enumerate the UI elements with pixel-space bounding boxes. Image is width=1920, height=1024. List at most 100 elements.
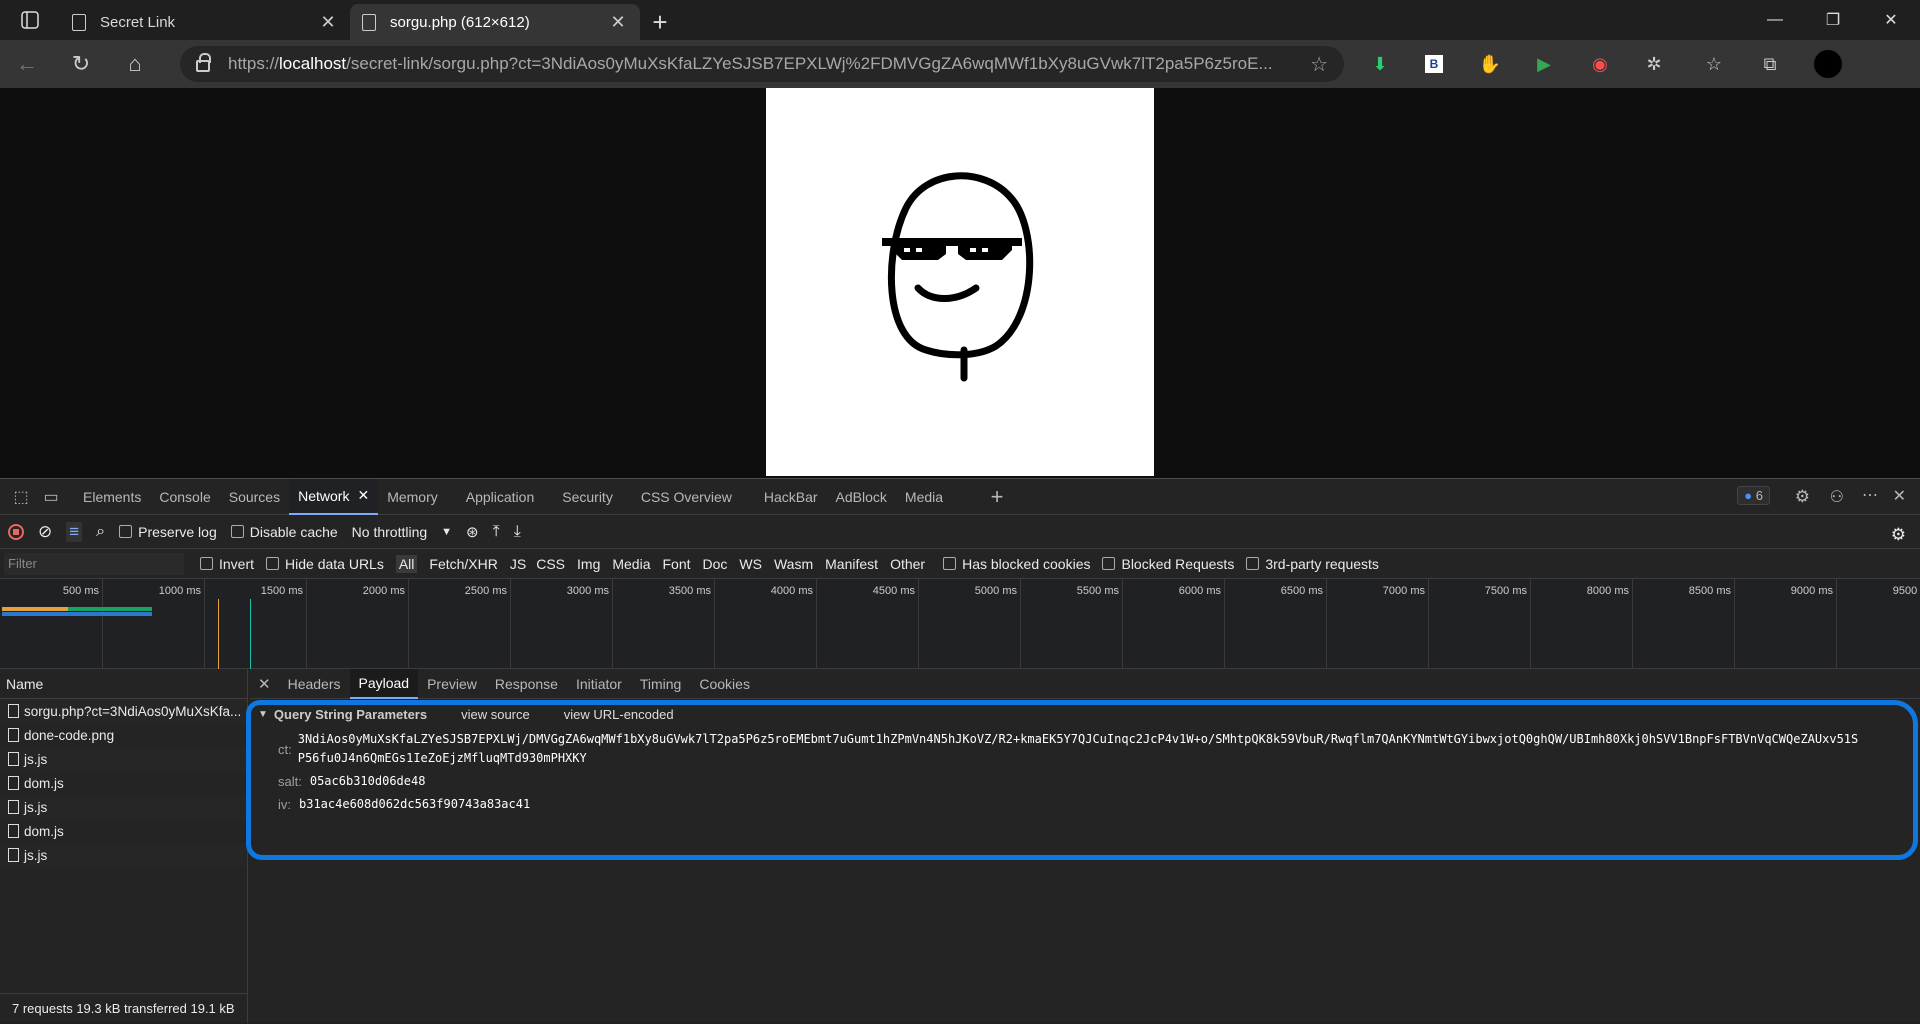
browser-tab-strip: Secret Link ✕ sorgu.php (612×612) ✕ + — … xyxy=(0,0,1920,40)
tab-adblock[interactable]: AdBlock xyxy=(827,479,896,515)
new-tab-icon[interactable]: + xyxy=(640,4,680,40)
address-bar[interactable]: https://localhost/secret-link/sorgu.php?… xyxy=(180,46,1344,82)
favorite-star-icon[interactable]: ☆ xyxy=(1310,52,1328,77)
disable-cache-checkbox[interactable]: Disable cache xyxy=(230,524,338,540)
tab-network[interactable]: Network ✕ xyxy=(289,478,379,515)
has-blocked-cookies-checkbox[interactable]: Has blocked cookies xyxy=(943,556,1090,572)
request-row[interactable]: done-code.png xyxy=(0,723,247,747)
profile-avatar[interactable] xyxy=(1808,40,1848,88)
detail-tab-timing[interactable]: Timing xyxy=(631,669,691,699)
filter-type-manifest[interactable]: Manifest xyxy=(825,556,878,572)
filter-type-img[interactable]: Img xyxy=(577,556,600,572)
hide-data-urls-checkbox[interactable]: Hide data URLs xyxy=(266,556,384,572)
tab-hackbar[interactable]: HackBar xyxy=(755,479,827,515)
adblock-hand-icon[interactable]: ✋ xyxy=(1470,40,1510,88)
url-text[interactable]: https://localhost/secret-link/sorgu.php?… xyxy=(228,54,1300,74)
extension-b-icon[interactable]: B xyxy=(1414,40,1454,88)
filter-type-css[interactable]: CSS xyxy=(536,556,565,572)
timeline-tick-label: 2500 ms xyxy=(464,585,507,597)
minimize-icon[interactable]: — xyxy=(1746,0,1804,40)
network-overview-timeline[interactable]: 500 ms 1000 ms 1500 ms 2000 ms 2500 ms 3000 m… xyxy=(0,579,1920,669)
media-extension-icon[interactable]: ▶ xyxy=(1524,40,1564,88)
remote-devices-icon[interactable]: ⚇ xyxy=(1830,487,1844,507)
third-party-requests-checkbox[interactable]: 3rd-party requests xyxy=(1246,556,1379,572)
page-viewport xyxy=(0,88,1920,478)
settings-gear-icon[interactable]: ⚙ xyxy=(1795,487,1810,507)
filter-icon[interactable]: ≡ xyxy=(66,521,83,542)
blocked-requests-checkbox[interactable]: Blocked Requests xyxy=(1102,556,1234,572)
filter-type-js[interactable]: JS xyxy=(510,556,526,572)
request-row[interactable]: dom.js xyxy=(0,771,247,795)
clear-icon[interactable]: ⊘ xyxy=(38,522,52,542)
search-icon[interactable]: ⌕ xyxy=(96,523,105,541)
request-row[interactable]: js.js xyxy=(0,843,247,867)
filter-type-ws[interactable]: WS xyxy=(739,556,762,572)
record-stop-icon[interactable] xyxy=(8,523,24,540)
tab-actions-button[interactable] xyxy=(0,0,60,40)
filter-type-other[interactable]: Other xyxy=(890,556,925,572)
request-row[interactable]: dom.js xyxy=(0,819,247,843)
request-row[interactable]: js.js xyxy=(0,795,247,819)
file-icon xyxy=(8,800,19,814)
back-icon[interactable]: ← xyxy=(0,51,54,77)
lock-icon[interactable] xyxy=(196,53,211,72)
export-har-icon[interactable]: ⤓ xyxy=(514,523,521,541)
close-window-icon[interactable]: ✕ xyxy=(1862,0,1920,40)
tab-css-overview[interactable]: CSS Overview xyxy=(632,479,741,515)
close-tab-icon[interactable]: ✕ xyxy=(357,487,369,504)
filter-type-wasm[interactable]: Wasm xyxy=(774,556,813,572)
tab-console[interactable]: Console xyxy=(150,479,219,515)
tab-media[interactable]: Media xyxy=(896,479,952,515)
close-tab-icon[interactable]: ✕ xyxy=(318,12,338,33)
name-column-header[interactable]: Name xyxy=(0,669,247,699)
collections-icon[interactable]: ⧉ xyxy=(1750,40,1790,88)
timeline-tick: 1000 ms xyxy=(159,579,205,669)
tab-application[interactable]: Application xyxy=(457,479,544,515)
filter-type-media[interactable]: Media xyxy=(612,556,650,572)
more-options-icon[interactable]: ⋯ xyxy=(1862,485,1878,505)
timeline-tick: 2000 ms xyxy=(363,579,409,669)
network-settings-gear-icon[interactable]: ⚙ xyxy=(1891,525,1906,545)
more-tabs-plus-icon[interactable]: + xyxy=(982,484,1012,510)
request-list: Name sorgu.php?ct=3NdiAos0yMuXsKfa... don… xyxy=(0,669,248,1023)
request-row[interactable]: js.js xyxy=(0,747,247,771)
tab-elements[interactable]: Elements xyxy=(74,479,150,515)
tab-security[interactable]: Security xyxy=(553,479,622,515)
speed-extension-icon[interactable]: ◉ xyxy=(1580,40,1620,88)
network-conditions-icon[interactable]: ⊛ xyxy=(466,523,479,541)
request-row[interactable]: sorgu.php?ct=3NdiAos0yMuXsKfa... xyxy=(0,699,247,723)
tab-memory[interactable]: Memory xyxy=(378,479,447,515)
third-party-label: 3rd-party requests xyxy=(1265,555,1379,572)
request-name: js.js xyxy=(24,751,48,767)
detail-tab-preview[interactable]: Preview xyxy=(418,669,486,699)
close-tab-icon[interactable]: ✕ xyxy=(608,12,628,33)
favorites-icon[interactable]: ☆ xyxy=(1694,40,1734,88)
refresh-icon[interactable]: ↻ xyxy=(54,51,108,77)
preserve-log-checkbox[interactable]: Preserve log xyxy=(119,524,217,540)
detail-tab-response[interactable]: Response xyxy=(486,669,567,699)
filter-type-all[interactable]: All xyxy=(395,554,418,573)
inspect-element-icon[interactable]: ⬚ xyxy=(6,487,36,507)
device-toolbar-icon[interactable]: ▭ xyxy=(36,487,66,507)
close-devtools-icon[interactable]: ✕ xyxy=(1893,486,1906,506)
import-har-icon[interactable]: ⤒ xyxy=(493,523,500,541)
home-icon[interactable]: ⌂ xyxy=(108,51,162,77)
detail-tab-cookies[interactable]: Cookies xyxy=(690,669,759,699)
download-icon[interactable]: ⬇ xyxy=(1360,40,1400,88)
issues-badge[interactable]: ● 6 xyxy=(1737,486,1770,505)
throttling-select[interactable]: No throttling ▼ xyxy=(352,524,452,540)
filter-type-doc[interactable]: Doc xyxy=(703,556,728,572)
invert-checkbox[interactable]: Invert xyxy=(200,556,254,572)
tab-sources[interactable]: Sources xyxy=(220,479,289,515)
detail-tab-initiator[interactable]: Initiator xyxy=(567,669,631,699)
filter-type-font[interactable]: Font xyxy=(663,556,691,572)
browser-tab-sorgu[interactable]: sorgu.php (612×612) ✕ xyxy=(350,4,640,40)
filter-input[interactable]: Filter xyxy=(4,552,184,575)
detail-tab-payload[interactable]: Payload xyxy=(349,668,419,699)
browser-tab-secret-link[interactable]: Secret Link ✕ xyxy=(60,4,350,40)
filter-type-fetch-xhr[interactable]: Fetch/XHR xyxy=(429,556,497,572)
restore-icon[interactable]: ❐ xyxy=(1804,0,1862,40)
close-detail-icon[interactable]: ✕ xyxy=(250,669,279,699)
extensions-puzzle-icon[interactable]: ✲ xyxy=(1634,40,1674,88)
detail-tab-headers[interactable]: Headers xyxy=(279,669,350,699)
